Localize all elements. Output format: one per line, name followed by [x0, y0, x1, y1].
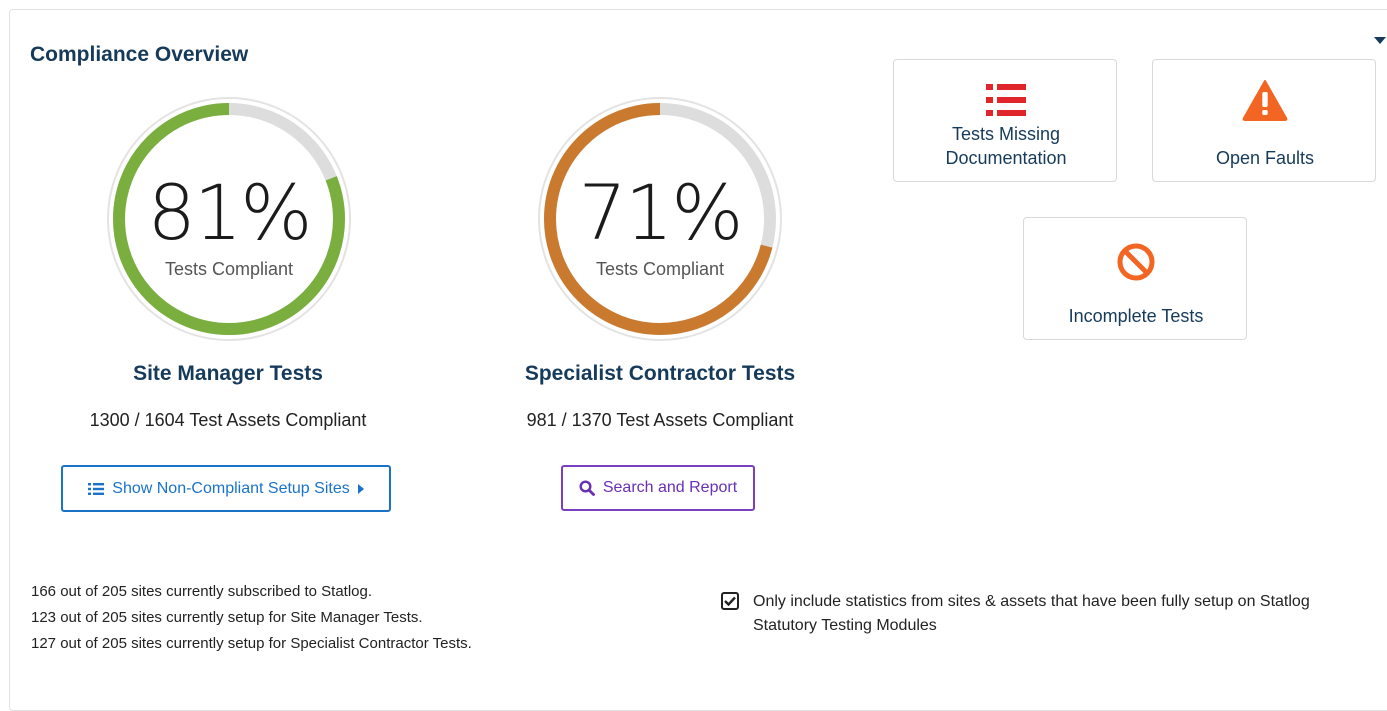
caret-right-icon — [357, 483, 364, 494]
ban-icon — [1024, 242, 1248, 287]
show-non-compliant-sites-label: Show Non-Compliant Setup Sites — [112, 479, 350, 497]
site-manager-gauge: 81% Tests Compliant — [105, 95, 353, 343]
search-icon — [579, 480, 595, 496]
warning-triangle-icon — [1153, 78, 1377, 127]
page-title: Compliance Overview — [30, 43, 249, 66]
fully-setup-label: Only include statistics from sites & ass… — [753, 593, 1310, 634]
open-faults-label: Open Faults — [1215, 148, 1315, 168]
open-faults-tile[interactable]: Open Faults — [1152, 59, 1376, 182]
specialist-percent: 71% — [578, 168, 744, 257]
site-manager-count: 1300 / 1604 Test Assets Compliant — [89, 410, 367, 430]
list-icon — [88, 482, 105, 496]
stat-line: 127 out of 205 sites currently setup for… — [31, 635, 472, 652]
incomplete-tests-tile[interactable]: Incomplete Tests — [1023, 217, 1247, 340]
collapse-caret-icon[interactable] — [1374, 37, 1386, 44]
show-non-compliant-sites-button[interactable]: Show Non-Compliant Setup Sites — [61, 465, 391, 512]
specialist-gauge: 71% Tests Compliant — [536, 95, 784, 343]
site-manager-gauge-caption: Tests Compliant — [164, 259, 294, 279]
tests-missing-documentation-label: Tests Missing Documentation — [894, 122, 1118, 170]
subscription-stats: 166 out of 205 sites currently subscribe… — [31, 579, 472, 657]
specialist-count: 981 / 1370 Test Assets Compliant — [526, 410, 794, 430]
tests-missing-line2: Documentation — [945, 148, 1067, 168]
specialist-gauge-caption: Tests Compliant — [595, 259, 725, 279]
search-and-report-button[interactable]: Search and Report — [561, 465, 755, 511]
fully-setup-filter: Only include statistics from sites & ass… — [721, 590, 1353, 638]
site-manager-title: Site Manager Tests — [133, 362, 323, 385]
tests-missing-documentation-tile[interactable]: Tests Missing Documentation — [893, 59, 1117, 182]
red-list-icon — [894, 84, 1118, 121]
checkmark-icon — [724, 596, 736, 606]
stat-line: 166 out of 205 sites currently subscribe… — [31, 583, 373, 600]
stat-line: 123 out of 205 sites currently setup for… — [31, 609, 423, 626]
tests-missing-line1: Tests Missing — [951, 124, 1061, 144]
site-manager-percent: 81% — [147, 168, 313, 257]
fully-setup-checkbox[interactable] — [721, 592, 739, 610]
incomplete-tests-label: Incomplete Tests — [1068, 306, 1204, 326]
specialist-title: Specialist Contractor Tests — [524, 362, 796, 385]
search-and-report-label: Search and Report — [602, 479, 738, 496]
